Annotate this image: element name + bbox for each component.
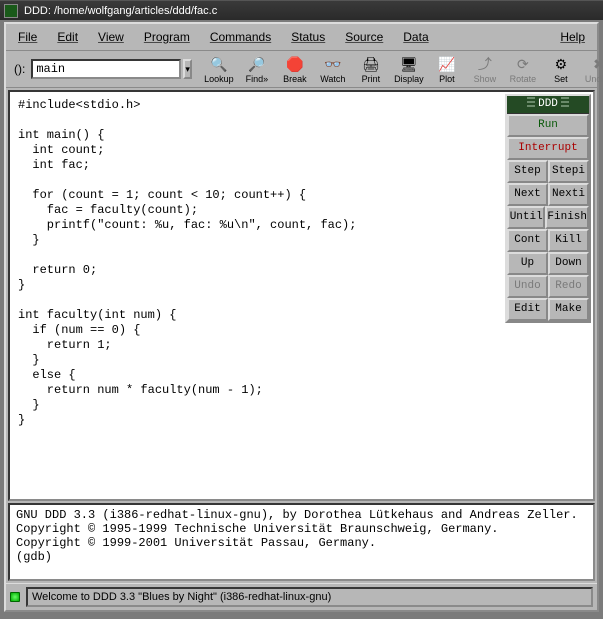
display-icon: 🖥	[399, 54, 419, 74]
main-window: File Edit View Program Commands Status S…	[4, 22, 599, 612]
find-fwd-icon: 🔎	[247, 54, 267, 74]
menu-view[interactable]: View	[88, 27, 134, 47]
show-button: ⤴Show	[466, 53, 504, 85]
command-tool[interactable]: DDD Run Interrupt StepStepiNextNextiUnti…	[505, 94, 591, 323]
interrupt-button[interactable]: Interrupt	[507, 137, 589, 160]
arg-input[interactable]	[31, 59, 181, 79]
set-button[interactable]: ⚙Set	[542, 53, 580, 85]
up-button[interactable]: Up	[507, 252, 548, 275]
plot-button[interactable]: 📈Plot	[428, 53, 466, 85]
statusbar: Welcome to DDD 3.3 "Blues by Night" (i38…	[6, 583, 597, 610]
grip-icon	[561, 97, 569, 107]
plot-label: Plot	[439, 74, 455, 84]
undisp-label: Undisp	[585, 74, 603, 84]
grip-icon	[527, 97, 535, 107]
next-button[interactable]: Next	[507, 183, 548, 206]
menu-file[interactable]: File	[8, 27, 47, 47]
cont-button[interactable]: Cont	[507, 229, 548, 252]
menu-data[interactable]: Data	[393, 27, 438, 47]
run-button[interactable]: Run	[507, 114, 589, 137]
source-view[interactable]: #include<stdio.h> int main() { int count…	[8, 90, 595, 501]
undisp-button: ✖Undisp	[580, 53, 603, 85]
app-icon	[4, 4, 18, 18]
plot-icon: 📈	[437, 54, 457, 74]
undisp-icon: ✖	[589, 54, 603, 74]
edit-button[interactable]: Edit	[507, 298, 548, 321]
step-button[interactable]: Step	[507, 160, 548, 183]
menubar: File Edit View Program Commands Status S…	[6, 24, 597, 51]
kill-button[interactable]: Kill	[548, 229, 589, 252]
command-tool-title[interactable]: DDD	[507, 96, 589, 114]
redo-button: Redo	[548, 275, 589, 298]
window-title: DDD: /home/wolfgang/articles/ddd/fac.c	[24, 5, 217, 17]
set-icon: ⚙	[551, 54, 571, 74]
gdb-console[interactable]: GNU DDD 3.3 (i386-redhat-linux-gnu), by …	[8, 503, 595, 581]
arg-dropdown[interactable]	[183, 59, 192, 79]
down-button[interactable]: Down	[548, 252, 589, 275]
find-fwd-button[interactable]: 🔎Find»	[238, 53, 276, 85]
find-fwd-label: Find»	[246, 74, 269, 84]
menu-source[interactable]: Source	[335, 27, 393, 47]
set-label: Set	[554, 74, 568, 84]
break-label: Break	[283, 74, 307, 84]
rotate-button: ⟳Rotate	[504, 53, 542, 85]
watch-icon: 👓	[323, 54, 343, 74]
console-text: GNU DDD 3.3 (i386-redhat-linux-gnu), by …	[16, 508, 587, 564]
toolbar: (): 🔍Lookup🔎Find»🛑Break👓Watch🖨Print🖥Disp…	[6, 51, 597, 88]
print-label: Print	[362, 74, 381, 84]
show-icon: ⤴	[475, 54, 495, 74]
show-label: Show	[474, 74, 497, 84]
break-button[interactable]: 🛑Break	[276, 53, 314, 85]
until-button[interactable]: Until	[507, 206, 545, 229]
print-icon: 🖨	[361, 54, 381, 74]
source-code: #include<stdio.h> int main() { int count…	[18, 98, 585, 428]
menu-help[interactable]: Help	[550, 27, 595, 47]
lookup-label: Lookup	[204, 74, 234, 84]
lookup-button[interactable]: 🔍Lookup	[200, 53, 238, 85]
display-label: Display	[394, 74, 424, 84]
status-message: Welcome to DDD 3.3 "Blues by Night" (i38…	[26, 587, 593, 607]
menu-commands[interactable]: Commands	[200, 27, 281, 47]
break-icon: 🛑	[285, 54, 305, 74]
menu-program[interactable]: Program	[134, 27, 200, 47]
status-led-icon	[10, 592, 20, 602]
print-button[interactable]: 🖨Print	[352, 53, 390, 85]
menu-status[interactable]: Status	[281, 27, 335, 47]
nexti-button[interactable]: Nexti	[548, 183, 589, 206]
rotate-label: Rotate	[510, 74, 537, 84]
watch-button[interactable]: 👓Watch	[314, 53, 352, 85]
undo-button: Undo	[507, 275, 548, 298]
rotate-icon: ⟳	[513, 54, 533, 74]
arg-label: ():	[10, 62, 29, 76]
finish-button[interactable]: Finish	[545, 206, 589, 229]
stepi-button[interactable]: Stepi	[548, 160, 589, 183]
display-button[interactable]: 🖥Display	[390, 53, 428, 85]
lookup-icon: 🔍	[209, 54, 229, 74]
titlebar: DDD: /home/wolfgang/articles/ddd/fac.c	[0, 0, 603, 20]
make-button[interactable]: Make	[548, 298, 589, 321]
watch-label: Watch	[320, 74, 345, 84]
menu-edit[interactable]: Edit	[47, 27, 88, 47]
